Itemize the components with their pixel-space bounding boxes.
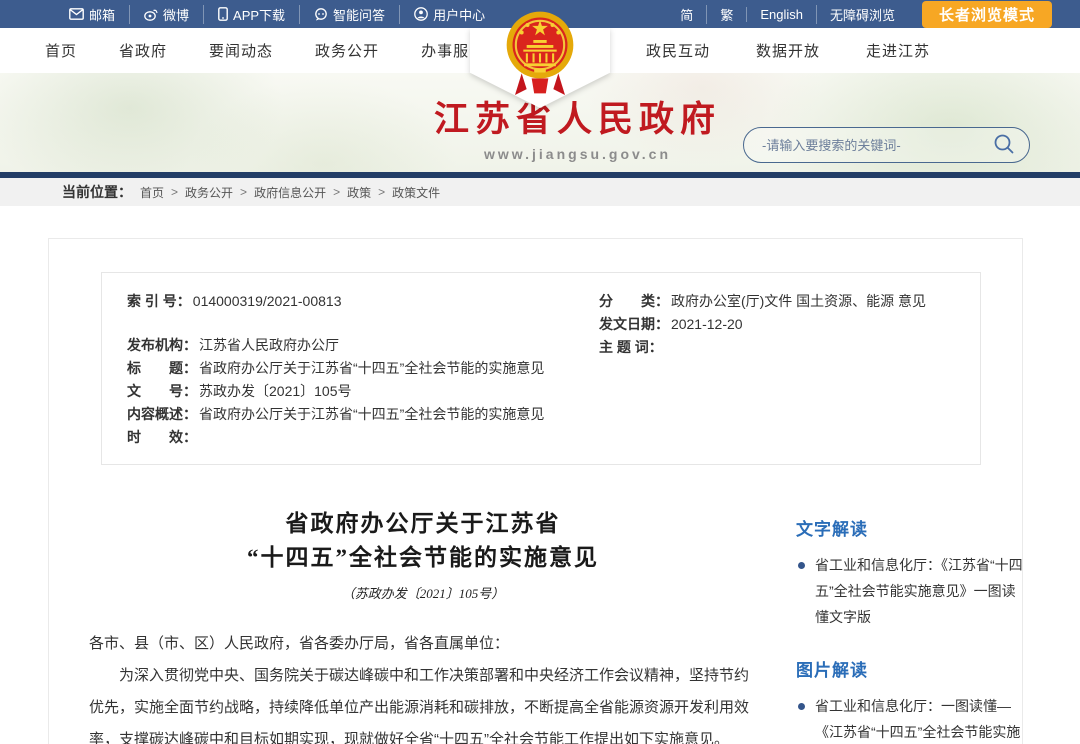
nav-gov-affairs[interactable]: 政务公开 — [315, 40, 379, 61]
meta-value: 014000319/2021-00813 — [193, 290, 342, 313]
search-box — [743, 127, 1030, 163]
meta-right-column: 分 类： 政府办公室(厅)文件 国土资源、能源 意见 发文日期： 2021-12… — [599, 290, 955, 449]
app-icon — [218, 7, 228, 21]
breadcrumb-info-disclosure[interactable]: 政府信息公开 — [254, 184, 326, 201]
lang-simplified[interactable]: 简 — [667, 5, 706, 24]
meta-row-issuer: 发布机构： 江苏省人民政府办公厅 — [127, 334, 599, 357]
document-meta-box: 索 引 号： 014000319/2021-00813 发布机构： 江苏省人民政… — [101, 272, 981, 465]
content-card: 索 引 号： 014000319/2021-00813 发布机构： 江苏省人民政… — [48, 238, 1023, 744]
bullet-icon — [798, 562, 805, 569]
search-button[interactable] — [993, 133, 1029, 158]
nav-about-jiangsu[interactable]: 走进江苏 — [866, 40, 930, 61]
meta-label: 发布机构： — [127, 334, 197, 357]
meta-value: 省政府办公厅关于江苏省“十四五”全社会节能的实施意见 — [199, 357, 544, 380]
document-title: 省政府办公厅关于江苏省 “十四五”全社会节能的实施意见 — [89, 507, 757, 575]
meta-row-category: 分 类： 政府办公室(厅)文件 国土资源、能源 意见 — [599, 290, 955, 313]
meta-label: 主 题 词： — [599, 336, 663, 359]
meta-value: 苏政办发〔2021〕105号 — [199, 380, 352, 403]
image-interpretation-title: 图片解读 — [796, 656, 1026, 681]
meta-label: 发文日期： — [599, 313, 669, 336]
breadcrumb-label: 当前位置： — [62, 182, 132, 202]
user-icon — [414, 7, 428, 21]
app-download-link[interactable]: APP下载 — [203, 5, 299, 24]
document-title-line2: “十四五”全社会节能的实施意见 — [89, 541, 757, 575]
nav-right-group: 政民互动 数据开放 走进江苏 — [600, 40, 930, 61]
meta-value: 江苏省人民政府办公厅 — [199, 334, 339, 357]
meta-label: 文 号： — [127, 380, 197, 403]
breadcrumb: 当前位置： 首页 > 政务公开 > 政府信息公开 > 政策 > 政策文件 — [0, 178, 1080, 206]
user-center-label: 用户中心 — [433, 5, 485, 24]
meta-value: 2021-12-20 — [671, 313, 743, 336]
image-interpretation-section: 图片解读 省工业和信息化厅：一图读懂—《江苏省“十四五”全社会节能实施意见》 — [796, 656, 1026, 744]
meta-row-keywords: 主 题 词： — [599, 336, 955, 359]
topbar-settings: 简 繁 English 无障碍浏览 长者浏览模式 — [667, 1, 1052, 28]
smart-qa-label: 智能问答 — [333, 5, 385, 24]
meta-label: 分 类： — [599, 290, 669, 313]
lang-traditional[interactable]: 繁 — [706, 5, 746, 24]
intro-paragraph: 为深入贯彻党中央、国务院关于碳达峰碳中和工作决策部署和中央经济工作会议精神，坚持… — [89, 660, 757, 744]
breadcrumb-policy-files: 政策文件 — [392, 184, 440, 201]
mail-icon — [69, 8, 84, 20]
meta-label: 内容概述： — [127, 403, 197, 426]
nav-news[interactable]: 要闻动态 — [209, 40, 273, 61]
weibo-label: 微博 — [163, 5, 189, 24]
nav-interaction[interactable]: 政民互动 — [646, 40, 710, 61]
qa-icon — [314, 8, 328, 21]
meta-row-validity: 时 效： — [127, 426, 599, 449]
nav-home[interactable]: 首页 — [45, 40, 77, 61]
meta-value: 政府办公室(厅)文件 国土资源、能源 意见 — [671, 290, 926, 313]
breadcrumb-gov-affairs[interactable]: 政务公开 — [185, 184, 233, 201]
bullet-icon — [798, 703, 805, 710]
elder-mode-button[interactable]: 长者浏览模式 — [922, 1, 1052, 28]
breadcrumb-separator: > — [240, 185, 247, 199]
meta-label: 时 效： — [127, 426, 197, 449]
breadcrumb-separator: > — [333, 185, 340, 199]
topbar-quick-links: 邮箱 微博 APP下载 智能问答 用户中心 — [55, 5, 499, 24]
search-input[interactable] — [744, 138, 993, 153]
meta-row-doc-number: 文 号： 苏政办发〔2021〕105号 — [127, 380, 599, 403]
weibo-icon — [144, 8, 158, 21]
app-download-label: APP下载 — [233, 5, 285, 24]
text-interpretation-label: 省工业和信息化厅：《江苏省“十四五”全社会节能实施意见》一图读懂文字版 — [815, 552, 1026, 630]
meta-value: 省政府办公厅关于江苏省“十四五”全社会节能的实施意见 — [199, 403, 544, 426]
breadcrumb-separator: > — [378, 185, 385, 199]
salutation-paragraph: 各市、县（市、区）人民政府，省各委办厅局，省各直属单位： — [89, 628, 757, 660]
meta-row-index-no: 索 引 号： 014000319/2021-00813 — [127, 290, 599, 313]
interpretation-sidebar: 文字解读 省工业和信息化厅：《江苏省“十四五”全社会节能实施意见》一图读懂文字版… — [796, 515, 1026, 744]
mail-link[interactable]: 邮箱 — [55, 5, 129, 24]
nav-provincial-gov[interactable]: 省政府 — [119, 40, 167, 61]
text-interpretation-title: 文字解读 — [796, 515, 1026, 540]
meta-label: 索 引 号： — [127, 290, 191, 313]
document-title-line1: 省政府办公厅关于江苏省 — [89, 507, 757, 541]
breadcrumb-policy[interactable]: 政策 — [347, 184, 371, 201]
nav-open-data[interactable]: 数据开放 — [756, 40, 820, 61]
document-body-area: 省政府办公厅关于江苏省 “十四五”全社会节能的实施意见 （苏政办发〔2021〕1… — [89, 507, 757, 744]
search-icon — [993, 133, 1015, 158]
national-emblem-icon — [498, 5, 582, 105]
meta-label: 标 题： — [127, 357, 197, 380]
lang-english[interactable]: English — [746, 7, 816, 22]
mail-label: 邮箱 — [89, 5, 115, 24]
breadcrumb-separator: > — [171, 185, 178, 199]
text-interpretation-link[interactable]: 省工业和信息化厅：《江苏省“十四五”全社会节能实施意见》一图读懂文字版 — [796, 552, 1026, 630]
meta-row-summary: 内容概述： 省政府办公厅关于江苏省“十四五”全社会节能的实施意见 — [127, 403, 599, 426]
smart-qa-link[interactable]: 智能问答 — [299, 5, 399, 24]
meta-row-issue-date: 发文日期： 2021-12-20 — [599, 313, 955, 336]
breadcrumb-home[interactable]: 首页 — [140, 184, 164, 201]
nav-left-group: 首页 省政府 要闻动态 政务公开 办事服务 — [45, 40, 527, 61]
text-interpretation-section: 文字解读 省工业和信息化厅：《江苏省“十四五”全社会节能实施意见》一图读懂文字版 — [796, 515, 1026, 630]
meta-row-title: 标 题： 省政府办公厅关于江苏省“十四五”全社会节能的实施意见 — [127, 357, 599, 380]
meta-left-column: 索 引 号： 014000319/2021-00813 发布机构： 江苏省人民政… — [127, 290, 599, 449]
weibo-link[interactable]: 微博 — [129, 5, 203, 24]
user-center-link[interactable]: 用户中心 — [399, 5, 499, 24]
document-number: （苏政办发〔2021〕105号） — [89, 583, 757, 602]
accessibility-link[interactable]: 无障碍浏览 — [816, 5, 908, 24]
image-interpretation-label: 省工业和信息化厅：一图读懂—《江苏省“十四五”全社会节能实施意见》 — [815, 693, 1026, 744]
document-text: 各市、县（市、区）人民政府，省各委办厅局，省各直属单位： 为深入贯彻党中央、国务… — [89, 628, 757, 744]
image-interpretation-link[interactable]: 省工业和信息化厅：一图读懂—《江苏省“十四五”全社会节能实施意见》 — [796, 693, 1026, 744]
